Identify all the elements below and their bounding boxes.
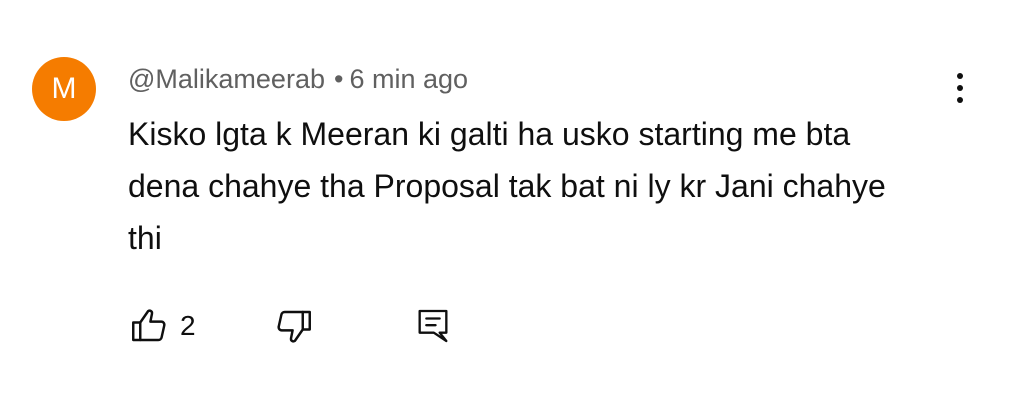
more-options-button[interactable] [944, 66, 976, 110]
meta-separator: • [333, 64, 344, 94]
comment-meta: @Malikameerab • 6 min ago [128, 60, 468, 98]
more-vertical-icon [957, 73, 963, 103]
avatar[interactable]: M [32, 57, 96, 121]
dislike-button[interactable] [273, 304, 315, 348]
comment-text: Kisko lgta k Meeran ki galti ha usko sta… [128, 116, 886, 256]
avatar-initial: M [51, 72, 77, 105]
timestamp[interactable]: 6 min ago [349, 64, 468, 94]
like-button[interactable]: 2 [128, 304, 196, 348]
reply-button[interactable] [413, 304, 453, 348]
thumbs-up-icon [128, 305, 170, 347]
like-count: 2 [180, 310, 196, 341]
thumbs-down-icon [273, 305, 315, 347]
author-name[interactable]: @Malikameerab [128, 64, 325, 94]
reply-comment-icon [413, 305, 453, 347]
